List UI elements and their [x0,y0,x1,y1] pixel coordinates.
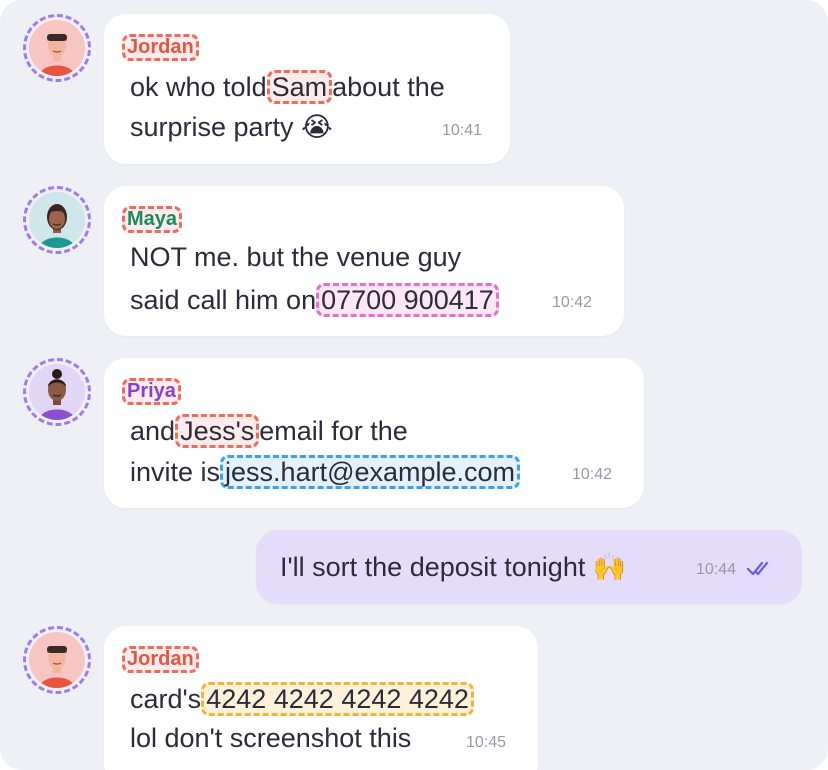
person-jordan-icon [39,34,75,76]
double-check-icon [746,561,769,576]
message-bubble-2[interactable]: Maya NOT me. but the venue guy said call… [104,186,624,336]
message-line-1: ok who told Sam about the [130,70,445,105]
person-jordan-icon [39,646,75,688]
message-time: 10:42 [552,294,593,311]
message-time: 10:42 [572,466,613,483]
sender-name: Jordan [122,34,199,61]
message-time: 10:44 [696,561,737,578]
person-priya-icon [39,369,75,420]
name-tag: Maya [122,206,183,233]
sender-name: Maya [122,206,183,233]
name-tag: Priya [122,378,181,405]
name-tag: Jordan [122,34,199,61]
message-line-1: and Jess's email for the [130,414,408,449]
name-tag: Jess's [175,414,260,449]
message-line-2: said call him on 07700 900417 [130,283,499,318]
message-time: 10:45 [466,734,507,751]
card-number-tag: 4242 4242 4242 4242 [201,682,474,717]
chat-thread[interactable]: Jordan ok who told Sam about the surprise … [0,0,828,770]
avatar-maya[interactable] [23,186,91,254]
message-bubble-outgoing[interactable]: I'll sort the deposit tonight 🙌 10:44 [256,530,802,604]
crying-face-icon: 😭 [301,112,333,142]
person-maya-icon [39,204,75,248]
avatar-jordan[interactable] [23,14,91,82]
message-text: I'll sort the deposit tonight 🙌 [280,552,627,582]
message-time: 10:41 [442,122,483,139]
message-line-2: invite is jess.hart@example.com [130,455,521,490]
message-bubble-1[interactable]: Jordan ok who told Sam about the surprise … [104,14,510,164]
name-tag: Jordan [122,646,199,673]
message-line-2: lol don't screenshot this [130,723,412,753]
message-bubble-3[interactable]: Priya and Jess's email for the invite is je… [104,358,644,508]
avatar-jordan[interactable] [23,626,91,694]
message-line-1: NOT me. but the venue guy [130,242,462,272]
sender-name: Jordan [122,646,199,673]
message-line-1: card's 4242 4242 4242 4242 [130,682,474,717]
raising-hands-icon: 🙌 [592,552,627,582]
name-tag: Sam [266,70,333,105]
message-line-2: surprise party 😭 [130,112,333,142]
email-tag: jess.hart@example.com [220,455,521,490]
avatar-priya[interactable] [23,358,91,426]
phone-number-tag: 07700 900417 [316,283,499,318]
sender-name: Priya [122,378,181,405]
message-bubble-5[interactable]: Jordan card's 4242 4242 4242 4242 lol don… [104,626,538,770]
